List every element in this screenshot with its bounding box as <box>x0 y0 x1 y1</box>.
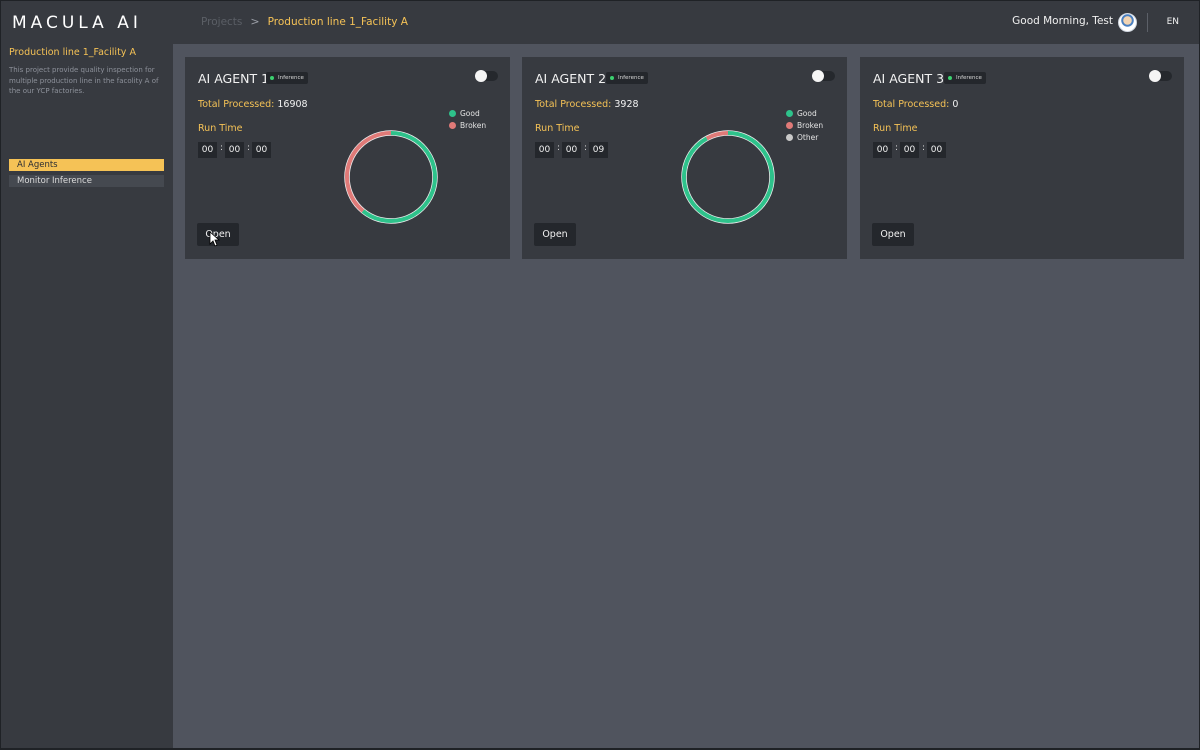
runtime-hours: 00 <box>535 142 554 158</box>
status-dot-icon <box>610 76 614 80</box>
open-agent-button[interactable]: Open <box>872 223 914 246</box>
legend-label: Good <box>797 108 817 118</box>
project-description: This project provide quality inspection … <box>9 66 159 95</box>
agent-card: AI AGENT 1 Inference Total Processed: 16… <box>185 57 510 259</box>
agent-title: AI AGENT 3 <box>873 71 945 86</box>
donut-slice-good <box>361 131 437 223</box>
legend-item: Good <box>449 107 486 119</box>
donut-slice-broken <box>345 131 392 213</box>
badge-label: Inference <box>278 75 304 81</box>
legend-label: Broken <box>460 120 487 130</box>
processed-value: 16908 <box>277 99 308 110</box>
runtime-minutes: 00 <box>225 142 244 158</box>
legend-broken-swatch <box>449 121 456 129</box>
processed-label: Total Processed: <box>198 99 275 110</box>
legend-item: Broken <box>786 119 823 131</box>
runtime-seconds: 09 <box>589 142 608 158</box>
runtime-label: Run Time <box>873 123 918 134</box>
chart-legend: Good Broken <box>449 107 486 131</box>
badge-label: Inference <box>618 75 644 81</box>
badge-label: Inference <box>956 75 982 81</box>
legend-item: Broken <box>449 119 486 131</box>
breadcrumb-projects-link[interactable]: Projects <box>201 16 242 28</box>
mouse-cursor-icon <box>209 231 221 247</box>
total-processed: Total Processed: 16908 <box>198 99 308 110</box>
runtime-seconds: 00 <box>252 142 271 158</box>
breadcrumb-current: Production line 1_Facility A <box>267 15 408 28</box>
app-logo[interactable]: MACULA AI <box>12 13 142 33</box>
project-title: Production line 1_Facility A <box>9 47 136 58</box>
legend-broken-swatch <box>786 121 793 129</box>
time-separator: : <box>247 143 251 153</box>
time-separator: : <box>584 143 588 153</box>
agent-enable-toggle[interactable] <box>1149 70 1172 82</box>
donut-slice-good <box>682 131 774 223</box>
agent-title: AI AGENT 2 <box>535 71 607 86</box>
runtime-label: Run Time <box>535 123 580 134</box>
total-processed: Total Processed: 3928 <box>535 99 639 110</box>
user-avatar[interactable] <box>1118 13 1137 32</box>
status-badge: Inference <box>606 72 648 84</box>
time-separator: : <box>922 143 926 153</box>
app-window: MACULA AI Projects > Production line 1_F… <box>1 1 1199 748</box>
header-divider <box>1147 13 1148 32</box>
greeting-text: Good Morning, Test <box>1012 15 1113 27</box>
time-separator: : <box>895 143 899 153</box>
agent-card: AI AGENT 3 Inference Total Processed: 0 … <box>860 57 1184 259</box>
processed-value: 3928 <box>614 99 639 110</box>
sidebar: Production line 1_Facility A This projec… <box>1 44 173 748</box>
toggle-knob <box>812 70 824 82</box>
chart-legend: Good Broken Other <box>786 107 823 143</box>
legend-item: Good <box>786 107 823 119</box>
runtime-label: Run Time <box>198 123 243 134</box>
open-agent-button[interactable]: Open <box>534 223 576 246</box>
language-selector[interactable]: EN <box>1167 17 1179 27</box>
toggle-knob <box>475 70 487 82</box>
breadcrumb: Projects > Production line 1_Facility A <box>201 15 408 28</box>
donut-chart <box>681 130 775 224</box>
sidebar-item-monitor-inference[interactable]: Monitor Inference <box>9 175 164 187</box>
processed-value: 0 <box>952 99 959 110</box>
runtime-hours: 00 <box>198 142 217 158</box>
legend-other-swatch <box>786 133 793 141</box>
runtime-minutes: 00 <box>900 142 919 158</box>
time-separator: : <box>557 143 561 153</box>
breadcrumb-chevron-icon: > <box>250 15 260 28</box>
legend-good-swatch <box>449 109 456 117</box>
top-bar: MACULA AI Projects > Production line 1_F… <box>1 1 1199 44</box>
status-badge: Inference <box>266 72 308 84</box>
total-processed: Total Processed: 0 <box>873 99 958 110</box>
legend-label: Other <box>797 132 819 142</box>
status-dot-icon <box>948 76 952 80</box>
legend-label: Broken <box>797 120 824 130</box>
sidebar-item-ai-agents[interactable]: AI Agents <box>9 159 164 171</box>
agent-enable-toggle[interactable] <box>812 70 835 82</box>
toggle-knob <box>1149 70 1161 82</box>
agent-enable-toggle[interactable] <box>475 70 498 82</box>
processed-label: Total Processed: <box>873 99 950 110</box>
legend-item: Other <box>786 131 823 143</box>
runtime-seconds: 00 <box>927 142 946 158</box>
time-separator: : <box>220 143 224 153</box>
donut-chart <box>344 130 438 224</box>
agent-title: AI AGENT 1 <box>198 71 270 86</box>
legend-good-swatch <box>786 109 793 117</box>
status-badge: Inference <box>944 72 986 84</box>
status-dot-icon <box>270 76 274 80</box>
runtime-minutes: 00 <box>562 142 581 158</box>
processed-label: Total Processed: <box>535 99 612 110</box>
runtime-hours: 00 <box>873 142 892 158</box>
legend-label: Good <box>460 108 480 118</box>
agent-card: AI AGENT 2 Inference Total Processed: 39… <box>522 57 847 259</box>
